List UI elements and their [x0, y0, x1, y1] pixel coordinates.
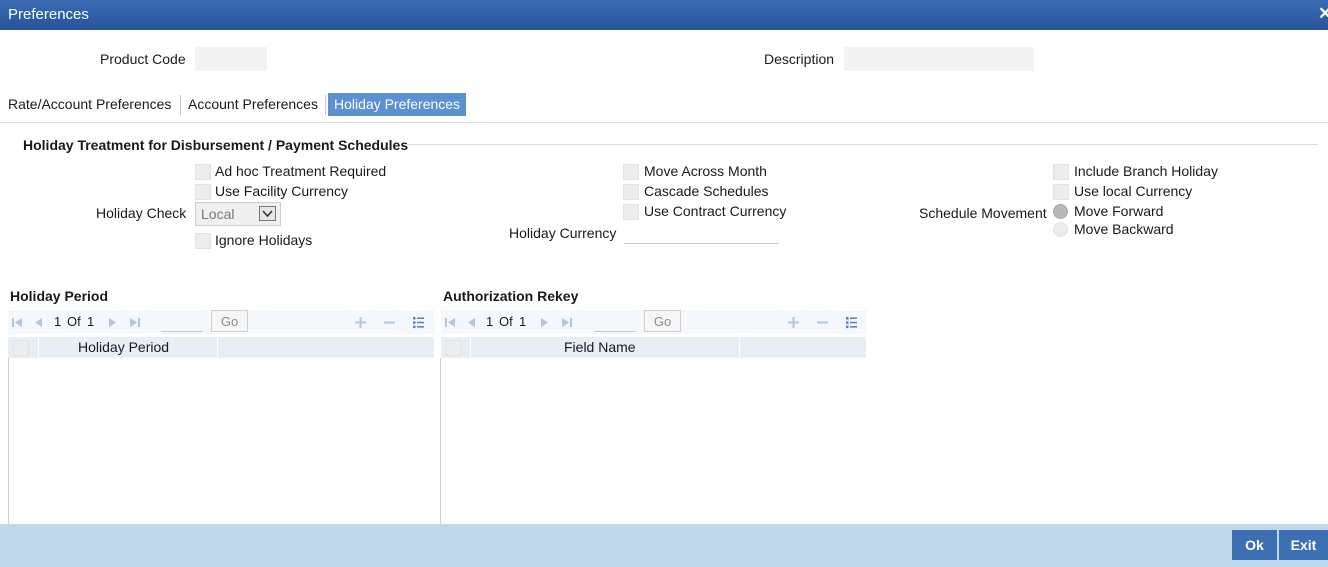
move-backward-label: Move Backward [1074, 221, 1174, 237]
exit-button[interactable]: Exit [1279, 530, 1328, 560]
product-code-field[interactable] [195, 47, 267, 71]
holiday-currency-field[interactable] [624, 222, 779, 243]
holiday-period-title: Holiday Period [10, 288, 109, 304]
tab-divider [325, 95, 326, 115]
section-title: Holiday Treatment for Disbursement / Pay… [23, 137, 409, 153]
include-branch-holiday-checkbox[interactable] [1053, 164, 1069, 180]
use-facility-currency-label: Use Facility Currency [215, 183, 349, 199]
tab-holiday-preferences[interactable]: Holiday Preferences [328, 93, 467, 116]
select-all-checkbox[interactable] [13, 340, 29, 356]
column-separator [739, 337, 740, 358]
holiday-check-select[interactable]: Local [195, 202, 281, 226]
add-row-icon[interactable] [354, 316, 367, 329]
description-label: Description [764, 51, 835, 67]
use-facility-currency-checkbox[interactable] [195, 184, 211, 200]
cascade-schedules-label: Cascade Schedules [644, 183, 769, 199]
page-current: 1 [486, 314, 494, 329]
page-number-input[interactable] [161, 311, 203, 331]
authorization-rekey-grid-header [441, 337, 866, 358]
move-forward-label: Move Forward [1074, 203, 1164, 219]
close-icon[interactable]: ✕ [1318, 4, 1328, 24]
column-header-field-name[interactable]: Field Name [564, 339, 636, 355]
move-across-month-checkbox[interactable] [623, 164, 639, 180]
holiday-period-grid-header [8, 337, 434, 358]
first-page-icon[interactable] [444, 316, 457, 329]
page-current: 1 [54, 314, 62, 329]
holiday-check-value: Local [201, 206, 235, 222]
ok-button[interactable]: Ok [1232, 530, 1277, 560]
column-separator [38, 337, 39, 358]
footer-bar [0, 524, 1328, 567]
previous-page-icon[interactable] [32, 316, 45, 329]
window-title-bar [0, 0, 1328, 30]
holiday-check-label: Holiday Check [96, 205, 187, 221]
use-contract-currency-checkbox[interactable] [623, 204, 639, 220]
delete-row-icon[interactable] [383, 316, 396, 329]
holiday-period-grid-body [8, 358, 435, 524]
last-page-icon[interactable] [560, 316, 573, 329]
use-contract-currency-label: Use Contract Currency [644, 203, 787, 219]
add-row-icon[interactable] [787, 316, 800, 329]
include-branch-holiday-label: Include Branch Holiday [1074, 163, 1218, 179]
page-input-underline [161, 331, 203, 332]
column-header-holiday-period[interactable]: Holiday Period [78, 339, 169, 355]
tab-divider [180, 95, 181, 115]
go-button[interactable]: Go [211, 310, 248, 332]
page-number-input[interactable] [594, 311, 636, 331]
page-of: Of [499, 314, 513, 329]
go-button[interactable]: Go [644, 310, 681, 332]
page-input-underline [594, 331, 636, 332]
use-local-currency-checkbox[interactable] [1053, 184, 1069, 200]
move-backward-radio[interactable] [1053, 222, 1068, 237]
move-forward-radio[interactable] [1053, 204, 1068, 219]
next-page-icon[interactable] [106, 316, 119, 329]
chevron-down-icon[interactable] [259, 206, 276, 221]
window-title: Preferences [8, 6, 89, 23]
previous-page-icon[interactable] [465, 316, 478, 329]
last-page-icon[interactable] [128, 316, 141, 329]
adhoc-treatment-checkbox[interactable] [195, 164, 211, 180]
authorization-rekey-grid-body [440, 358, 867, 524]
holiday-currency-underline [624, 243, 779, 244]
next-page-icon[interactable] [538, 316, 551, 329]
page-of: Of [67, 314, 81, 329]
ignore-holidays-checkbox[interactable] [195, 233, 211, 249]
section-divider [403, 144, 1318, 145]
ignore-holidays-label: Ignore Holidays [215, 232, 313, 248]
column-separator [470, 337, 471, 358]
adhoc-treatment-label: Ad hoc Treatment Required [215, 163, 387, 179]
page-total: 1 [87, 314, 95, 329]
first-page-icon[interactable] [11, 316, 24, 329]
column-separator [217, 337, 218, 358]
cascade-schedules-checkbox[interactable] [623, 184, 639, 200]
description-field[interactable] [844, 47, 1034, 71]
product-code-label: Product Code [100, 51, 186, 67]
schedule-movement-label: Schedule Movement [919, 205, 1047, 221]
tab-rate-account-preferences[interactable]: Rate/Account Preferences [2, 93, 177, 116]
page-total: 1 [519, 314, 527, 329]
select-all-checkbox[interactable] [446, 340, 462, 356]
holiday-currency-label: Holiday Currency [509, 225, 617, 241]
single-view-icon[interactable] [845, 316, 858, 329]
tab-underline [0, 122, 1328, 123]
tab-account-preferences[interactable]: Account Preferences [182, 93, 324, 116]
delete-row-icon[interactable] [816, 316, 829, 329]
authorization-rekey-title: Authorization Rekey [443, 288, 579, 304]
use-local-currency-label: Use local Currency [1074, 183, 1193, 199]
move-across-month-label: Move Across Month [644, 163, 767, 179]
single-view-icon[interactable] [412, 316, 425, 329]
